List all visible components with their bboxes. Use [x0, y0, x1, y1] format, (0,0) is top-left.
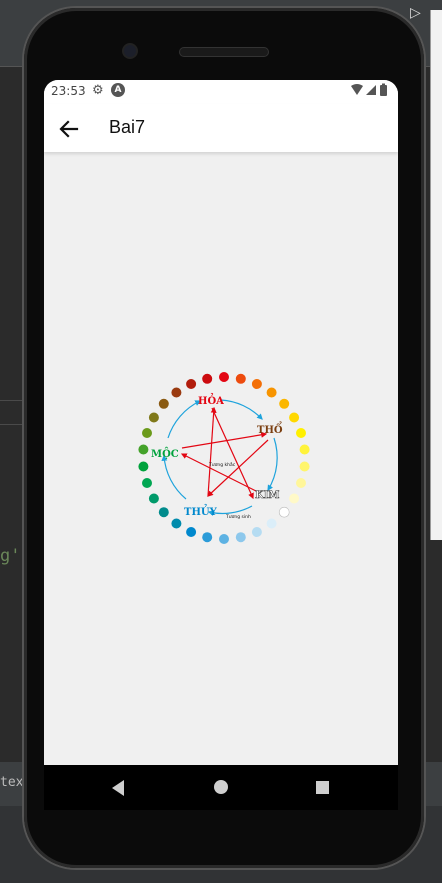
label-tuong-sinh: Tương sinh — [225, 514, 251, 520]
back-arrow-icon[interactable] — [56, 116, 82, 142]
status-time: 23:53 — [51, 84, 86, 98]
ide-side-panel — [430, 10, 442, 540]
color-dot — [299, 444, 310, 455]
sinh-arrow-moc-hoa — [167, 400, 202, 439]
five-elements-svg: HỎA THỔ KIM THỦY MỘC Tương khắc Tương si… — [138, 372, 310, 544]
color-dot — [235, 373, 246, 384]
code-string: g' — [0, 546, 21, 566]
color-dot — [219, 372, 229, 382]
color-dot — [158, 398, 169, 409]
page-title: Bai7 — [109, 117, 146, 137]
color-dot — [171, 387, 182, 398]
color-dot — [296, 428, 306, 438]
color-dot — [289, 493, 300, 504]
sinh-arrow-tho-kim — [267, 437, 278, 492]
color-dot — [202, 532, 213, 543]
color-dot — [299, 461, 310, 472]
run-icon[interactable]: ▷ — [410, 5, 421, 21]
color-dot — [138, 461, 149, 472]
label-thuy: THỦY — [184, 505, 218, 518]
nav-home-icon[interactable] — [214, 780, 228, 794]
nav-recents-icon[interactable] — [316, 781, 329, 794]
color-dot — [266, 518, 277, 529]
color-dot — [279, 398, 290, 409]
color-dot — [251, 527, 262, 537]
color-dot — [235, 532, 246, 543]
sinh-arrow-thuy-moc — [161, 454, 187, 500]
status-bar: 23:53 ⚙ A — [44, 80, 398, 104]
wifi-signal-battery-icon — [351, 83, 387, 96]
color-dot — [148, 412, 159, 423]
color-dot — [251, 379, 262, 389]
khac-arrow — [207, 439, 269, 497]
color-dot — [138, 444, 149, 455]
sinh-arrow-hoa-tho — [220, 399, 263, 420]
color-dot — [142, 478, 152, 488]
color-dot — [171, 518, 182, 529]
five-elements-diagram: HỎA THỔ KIM THỦY MỘC Tương khắc Tương si… — [134, 368, 314, 548]
khac-arrow — [181, 431, 268, 449]
khac-arrow — [207, 406, 217, 497]
color-dot — [219, 534, 229, 544]
label-tuong-khac: Tương khắc — [208, 461, 236, 468]
earpiece-speaker — [180, 48, 268, 56]
app-screen: 23:53 ⚙ A Bai7 HỎA THỔ KIM THỦY MỘC Tươn… — [44, 80, 398, 765]
notification-a-icon: A — [111, 83, 125, 97]
color-dot — [158, 507, 169, 518]
color-dot — [289, 412, 300, 423]
label-hoa: HỎA — [198, 394, 224, 407]
label-tho: THỔ — [257, 422, 283, 436]
color-dot — [202, 373, 213, 384]
nav-back-icon[interactable] — [112, 780, 124, 796]
color-dot — [186, 527, 197, 537]
color-dot — [278, 506, 290, 518]
color-dot — [296, 478, 306, 488]
khac-arrow — [211, 407, 254, 500]
label-moc: MỘC — [151, 448, 179, 460]
color-dot — [142, 428, 152, 438]
color-dot — [266, 387, 277, 398]
app-bar: Bai7 — [44, 104, 398, 152]
color-dot — [186, 379, 197, 389]
color-dot — [148, 493, 159, 504]
label-kim: KIM — [255, 490, 279, 501]
signal-battery-icons — [350, 83, 390, 100]
settings-gear-icon: ⚙ — [92, 83, 104, 98]
system-nav-bar — [44, 765, 398, 810]
front-camera — [124, 45, 136, 57]
